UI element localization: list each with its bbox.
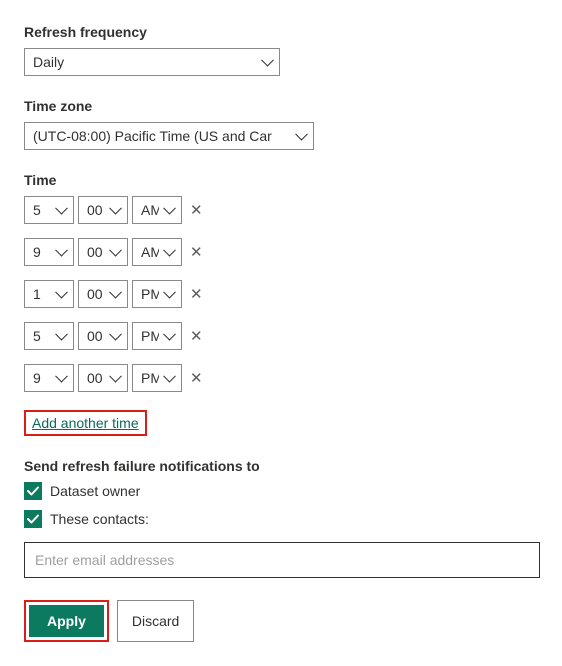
checkmark-icon [27, 513, 39, 525]
add-another-time-link[interactable]: Add another time [32, 415, 139, 431]
time-row: 9 00 PM ✕ [24, 364, 538, 392]
these-contacts-label: These contacts: [50, 511, 149, 527]
close-icon[interactable]: ✕ [190, 327, 203, 345]
refresh-frequency-select[interactable]: Daily [24, 48, 280, 76]
time-row: 9 00 AM ✕ [24, 238, 538, 266]
time-hour-select[interactable]: 9 [24, 364, 74, 392]
close-icon[interactable]: ✕ [190, 201, 203, 219]
time-label: Time [24, 172, 538, 188]
apply-button[interactable]: Apply [29, 605, 104, 637]
time-ampm-select[interactable]: PM [132, 364, 182, 392]
time-row: 5 00 PM ✕ [24, 322, 538, 350]
time-ampm-select[interactable]: PM [132, 322, 182, 350]
highlight-add-time: Add another time [24, 410, 147, 436]
time-row: 5 00 AM ✕ [24, 196, 538, 224]
checkmark-icon [27, 485, 39, 497]
time-ampm-select[interactable]: PM [132, 280, 182, 308]
these-contacts-checkbox[interactable] [24, 510, 42, 528]
highlight-apply: Apply [24, 600, 109, 642]
dataset-owner-checkbox[interactable] [24, 482, 42, 500]
time-hour-select[interactable]: 5 [24, 322, 74, 350]
close-icon[interactable]: ✕ [190, 285, 203, 303]
close-icon[interactable]: ✕ [190, 369, 203, 387]
time-minute-select[interactable]: 00 [78, 238, 128, 266]
time-hour-select[interactable]: 1 [24, 280, 74, 308]
email-addresses-input[interactable] [24, 542, 540, 578]
time-minute-select[interactable]: 00 [78, 196, 128, 224]
time-minute-select[interactable]: 00 [78, 280, 128, 308]
dataset-owner-label: Dataset owner [50, 483, 140, 499]
time-hour-select[interactable]: 5 [24, 196, 74, 224]
discard-button[interactable]: Discard [117, 600, 194, 642]
time-hour-select[interactable]: 9 [24, 238, 74, 266]
time-row: 1 00 PM ✕ [24, 280, 538, 308]
timezone-label: Time zone [24, 98, 538, 114]
notifications-label: Send refresh failure notifications to [24, 458, 538, 474]
refresh-frequency-label: Refresh frequency [24, 24, 538, 40]
time-minute-select[interactable]: 00 [78, 364, 128, 392]
time-ampm-select[interactable]: AM [132, 238, 182, 266]
time-ampm-select[interactable]: AM [132, 196, 182, 224]
close-icon[interactable]: ✕ [190, 243, 203, 261]
time-minute-select[interactable]: 00 [78, 322, 128, 350]
timezone-select[interactable]: (UTC-08:00) Pacific Time (US and Car [24, 122, 314, 150]
